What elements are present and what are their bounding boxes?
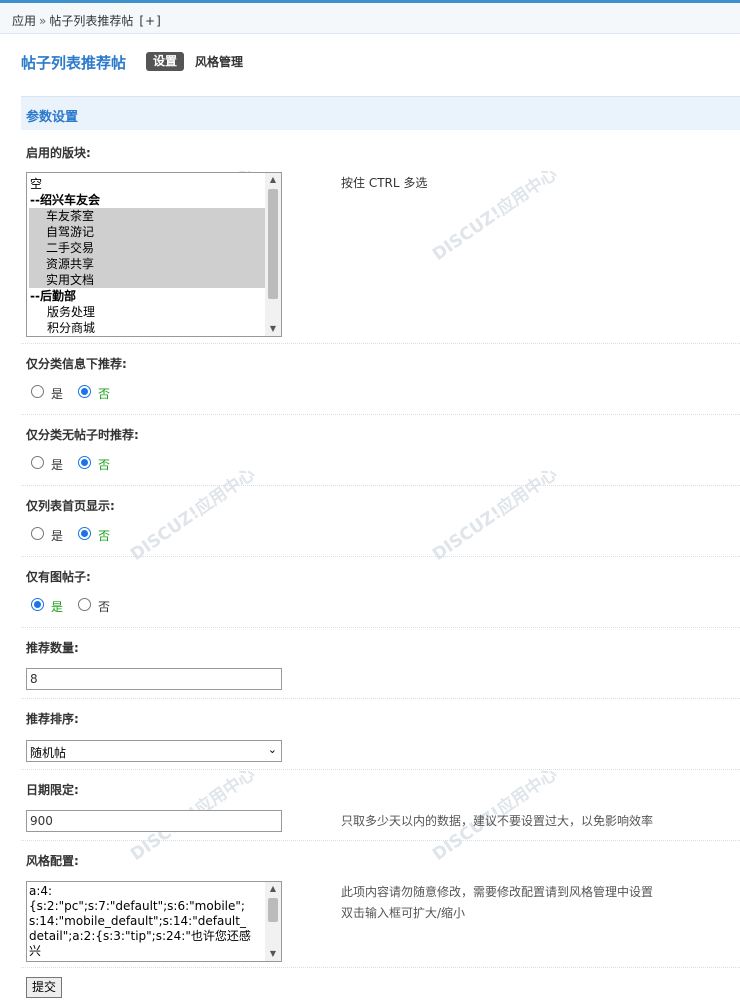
count-input[interactable]: 8: [26, 668, 282, 690]
divider: [21, 769, 740, 770]
only-first-page-yes-radio[interactable]: [31, 527, 44, 540]
forum-option-selected[interactable]: 资源共享: [29, 256, 281, 272]
divider: [21, 627, 740, 628]
forum-option-selected[interactable]: 实用文档: [29, 272, 281, 288]
forum-group-option[interactable]: --绍兴车友会: [30, 192, 100, 208]
breadcrumb-separator: »: [39, 14, 47, 28]
divider: [21, 414, 740, 415]
watermark-2: DISCUZ!应用中心: [428, 164, 561, 265]
style-hint-1: 此项内容请勿随意修改，需要修改配置请到风格管理中设置: [341, 885, 654, 899]
only-image-no-label[interactable]: 否: [98, 598, 110, 615]
scroll-thumb[interactable]: [268, 189, 278, 299]
date-label: 日期限定:: [26, 783, 79, 797]
style-config-scrollbar[interactable]: ▲ ▼: [265, 882, 281, 961]
scroll-down-icon[interactable]: ▼: [265, 947, 281, 961]
only-category-label: 仅分类信息下推荐:: [26, 357, 127, 371]
order-select[interactable]: 随机帖 ⌄: [26, 740, 282, 762]
only-category-no-label[interactable]: 否: [98, 385, 110, 402]
only-image-yes-label[interactable]: 是: [51, 598, 63, 615]
forum-option-selected[interactable]: 二手交易: [29, 240, 281, 256]
scroll-thumb[interactable]: [268, 898, 278, 922]
forum-option[interactable]: 积分商城: [47, 320, 95, 336]
add-shortcut-link[interactable]: [+]: [139, 14, 161, 28]
submit-button[interactable]: 提交: [26, 977, 63, 998]
order-label: 推荐排序:: [26, 712, 79, 726]
scroll-up-icon[interactable]: ▲: [265, 173, 281, 187]
style-config-line: {s:2:"pc";s:7:"default";s:6:"mobile";: [29, 899, 245, 913]
only-no-thread-yes-radio[interactable]: [31, 456, 44, 469]
only-category-no-radio[interactable]: [78, 385, 91, 398]
watermark-3: DISCUZ!应用中心: [126, 464, 259, 565]
tab-settings[interactable]: 设置: [146, 52, 185, 71]
style-label: 风格配置:: [26, 854, 79, 868]
only-category-yes-radio[interactable]: [31, 385, 44, 398]
only-no-thread-yes-label[interactable]: 是: [51, 456, 63, 473]
order-select-value: 随机帖: [30, 746, 67, 760]
only-no-thread-label: 仅分类无帖子时推荐:: [26, 428, 139, 442]
forums-multiselect[interactable]: 空 --绍兴车友会 车友茶室 自驾游记 二手交易 资源共享 实用文档 --后勤部…: [26, 172, 282, 337]
section-header: 参数设置: [21, 96, 740, 130]
breadcrumb: 应用» 帖子列表推荐帖 [+]: [12, 12, 162, 29]
style-config-line: detail";a:2:{s:3:"tip";s:24:"也许您还感: [29, 929, 251, 943]
only-first-page-no-radio[interactable]: [78, 527, 91, 540]
forum-option[interactable]: 版务处理: [47, 304, 95, 320]
divider: [21, 698, 740, 699]
tab-style-management[interactable]: 风格管理: [195, 53, 243, 70]
only-image-label: 仅有图帖子:: [26, 570, 91, 584]
only-image-yes-radio[interactable]: [31, 598, 44, 611]
breadcrumb-current: 帖子列表推荐帖: [49, 14, 134, 28]
section-title: 参数设置: [26, 110, 79, 125]
chevron-down-icon: ⌄: [267, 743, 277, 756]
forum-option-selected[interactable]: 自驾游记: [29, 224, 281, 240]
forums-hint: 按住 CTRL 多选: [341, 176, 428, 190]
forum-group-option[interactable]: --后勤部: [30, 288, 76, 304]
scroll-down-icon[interactable]: ▼: [265, 322, 281, 336]
date-hint: 只取多少天以内的数据，建议不要设置过大，以免影响效率: [341, 814, 654, 828]
only-no-thread-no-label[interactable]: 否: [98, 456, 110, 473]
divider: [21, 967, 740, 968]
divider: [21, 343, 740, 344]
page-title: 帖子列表推荐帖: [21, 54, 127, 72]
forums-scrollbar[interactable]: ▲ ▼: [265, 173, 281, 336]
forum-option-selected[interactable]: 车友茶室: [29, 208, 281, 224]
only-first-page-no-label[interactable]: 否: [98, 527, 110, 544]
style-hint-2: 双击输入框可扩大/缩小: [341, 906, 466, 920]
style-config-textarea[interactable]: a:4: {s:2:"pc";s:7:"default";s:6:"mobile…: [26, 881, 282, 962]
style-config-line: s:14:"mobile_default";s:14:"default_: [29, 914, 246, 928]
style-config-line: a:4:: [29, 884, 53, 898]
top-bar: 应用» 帖子列表推荐帖 [+]: [0, 0, 740, 34]
divider: [21, 840, 740, 841]
only-category-yes-label[interactable]: 是: [51, 385, 63, 402]
only-no-thread-no-radio[interactable]: [78, 456, 91, 469]
date-input[interactable]: 900: [26, 810, 282, 832]
only-first-page-yes-label[interactable]: 是: [51, 527, 63, 544]
scroll-up-icon[interactable]: ▲: [265, 882, 281, 896]
watermark-4: DISCUZ!应用中心: [428, 464, 561, 565]
divider: [21, 485, 740, 486]
count-label: 推荐数量:: [26, 641, 79, 655]
forums-label: 启用的版块:: [26, 146, 91, 160]
only-first-page-label: 仅列表首页显示:: [26, 499, 115, 513]
divider: [21, 556, 740, 557]
style-config-line: 兴: [29, 944, 42, 958]
only-image-no-radio[interactable]: [78, 598, 91, 611]
forum-option[interactable]: 空: [30, 176, 42, 192]
breadcrumb-root-link[interactable]: 应用: [12, 14, 36, 28]
